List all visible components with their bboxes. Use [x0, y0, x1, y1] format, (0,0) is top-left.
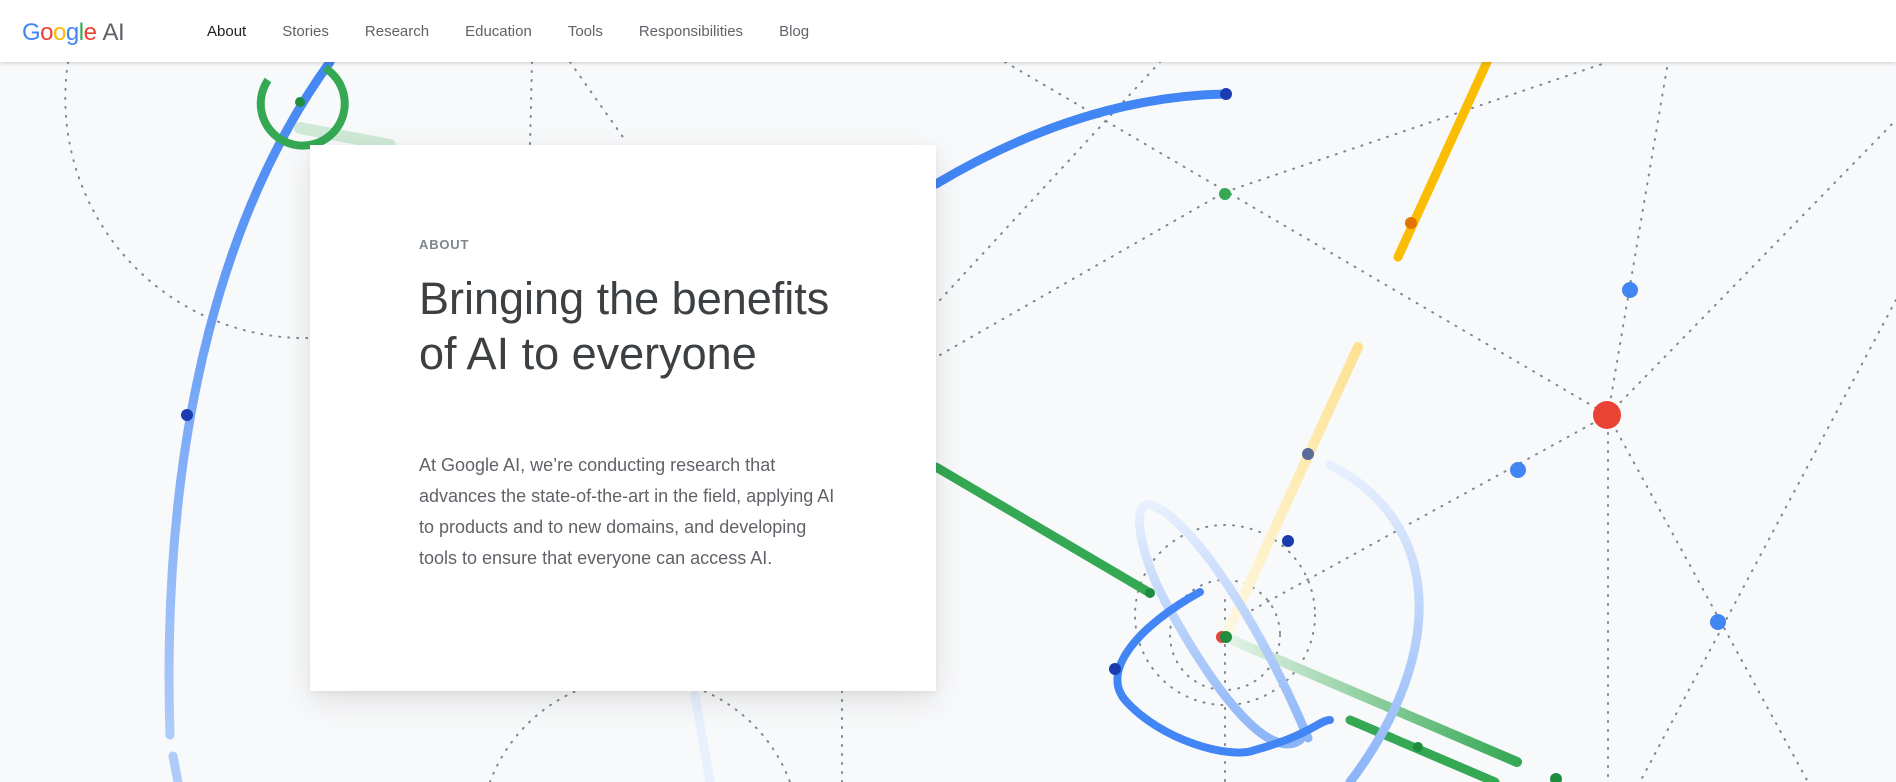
- blue-top-arc: [931, 89, 1231, 189]
- node-dot: [1109, 663, 1121, 675]
- dotted-line: [1639, 299, 1896, 782]
- blue-long-arc: [164, 57, 335, 740]
- dotted-line: [1607, 119, 1896, 416]
- google-ai-logo[interactable]: Google AI: [22, 19, 125, 47]
- hero-card: ABOUT Bringing the benefits of AI to eve…: [310, 145, 936, 691]
- yellow-fade-line: [1220, 342, 1363, 642]
- dotted-line: [529, 61, 533, 146]
- node-dot: [1405, 217, 1417, 229]
- node-dot: [1145, 588, 1155, 598]
- logo-letter: G: [22, 19, 41, 46]
- logo-letter: g: [65, 19, 79, 46]
- nav-item-research[interactable]: Research: [365, 23, 429, 40]
- node-dot: [1550, 773, 1562, 782]
- nav-item-blog[interactable]: Blog: [779, 23, 809, 40]
- nav-item-stories[interactable]: Stories: [282, 23, 329, 40]
- logo-letter: e: [83, 19, 97, 46]
- hero-description: At Google AI, we’re conducting research …: [419, 455, 835, 568]
- dotted-line: [569, 61, 626, 141]
- dotted-arc: [64, 61, 311, 340]
- dotted-line: [939, 61, 1161, 301]
- green-line: [931, 462, 1155, 598]
- dotted-arc: [489, 676, 791, 782]
- blue-arc-tail: [168, 751, 183, 782]
- nav-item-tools[interactable]: Tools: [568, 23, 603, 40]
- dotted-line: [1224, 61, 1609, 193]
- node-dot: [295, 97, 305, 107]
- nav-item-about[interactable]: About: [207, 23, 246, 40]
- node-dot: [1282, 535, 1294, 547]
- node-dot: [1593, 401, 1621, 429]
- node-dot: [181, 409, 193, 421]
- node-dot: [1220, 88, 1232, 100]
- node-dot: [1510, 462, 1526, 478]
- logo-letter: o: [53, 19, 66, 46]
- blue-faint-stroke: [690, 690, 715, 782]
- hero-headline: Bringing the benefits of AI to everyone: [419, 273, 830, 379]
- logo-suffix: AI: [102, 19, 125, 46]
- network-illustration: [64, 57, 1896, 782]
- dotted-line: [1607, 414, 1809, 782]
- top-nav-bar: Google AI About Stories Research Educati…: [0, 0, 1896, 62]
- nav-item-responsibilities[interactable]: Responsibilities: [639, 23, 743, 40]
- nav-item-education[interactable]: Education: [465, 23, 532, 40]
- node-dot: [1220, 631, 1232, 643]
- dotted-line: [939, 191, 1226, 356]
- node-dot: [1302, 448, 1314, 460]
- node-dot: [1219, 188, 1231, 200]
- node-dot: [1710, 614, 1726, 630]
- logo-letter: o: [40, 19, 54, 46]
- node-dot: [1622, 282, 1638, 298]
- section-eyebrow: ABOUT: [419, 237, 470, 252]
- main-nav: About Stories Research Education Tools R…: [207, 0, 845, 62]
- node-dot: [1413, 742, 1423, 752]
